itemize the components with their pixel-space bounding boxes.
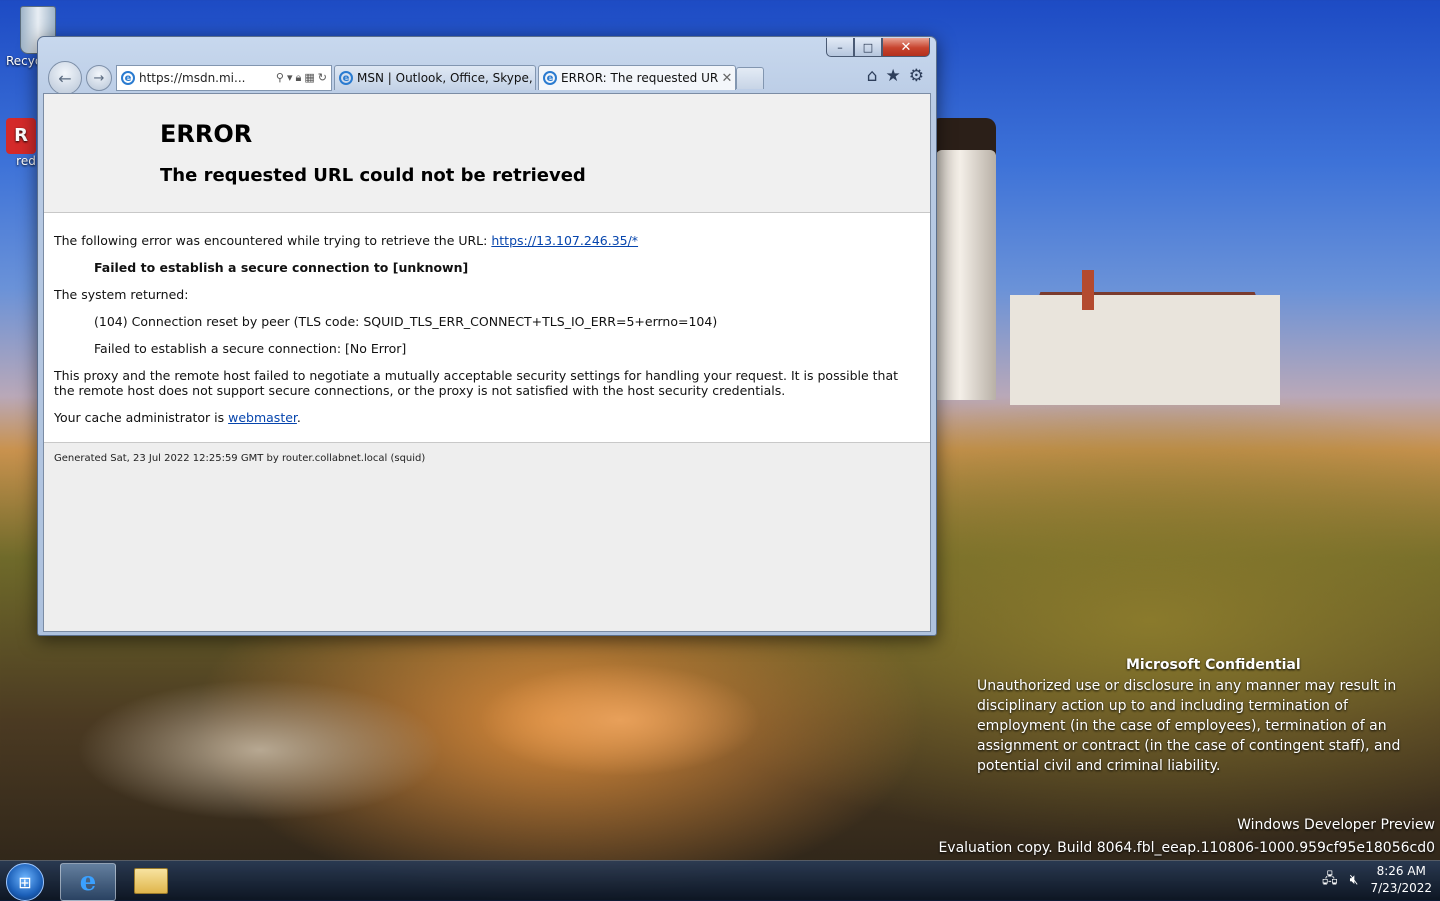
address-text[interactable]: https://msdn.mi... (139, 71, 276, 85)
error-intro: The following error was encountered whil… (54, 233, 920, 248)
tab-msn[interactable]: e MSN | Outlook, Office, Skype, ... (334, 65, 536, 90)
error-code-text: (104) Connection reset by peer (TLS code… (94, 314, 718, 329)
clock-date: 7/23/2022 (1370, 881, 1432, 895)
system-tray: 🖧 🔇︎ 8:26 AM 7/23/2022 (1322, 863, 1432, 897)
secure-failed-text: Failed to establish a secure connection:… (94, 341, 407, 356)
search-icon[interactable]: ⚲ (276, 71, 284, 85)
maximize-button[interactable]: □ (854, 38, 882, 57)
tab-msn-label: MSN | Outlook, Office, Skype, ... (357, 71, 535, 85)
error-subtitle: The requested URL could not be retrieved (160, 165, 586, 186)
taskbar-ie-button[interactable]: e (60, 863, 116, 901)
home-icon[interactable]: ⌂ (867, 66, 878, 86)
admin-suffix: . (296, 410, 301, 425)
red-app-icon: R (6, 118, 36, 154)
watermark-title: Microsoft Confidential (1126, 657, 1301, 673)
volume-muted-icon[interactable]: 🔇︎ (1350, 872, 1359, 888)
tools-icon[interactable]: ⚙ (909, 66, 924, 86)
compatibility-icon[interactable]: ▦ (304, 71, 314, 85)
forward-arrow-icon: → (93, 70, 105, 86)
folder-icon (134, 868, 168, 894)
dropdown-arrow-icon[interactable]: ▾ (287, 71, 293, 85)
taskbar: ⊞ e 🖧 🔇︎ 8:26 AM 7/23/2022 (0, 860, 1440, 901)
wallpaper-chimney (1082, 270, 1094, 310)
ie-tab-icon: e (543, 71, 557, 85)
system-returned-text: The system returned: (54, 287, 189, 302)
forward-button[interactable]: → (86, 65, 112, 91)
intro-text: The following error was encountered whil… (54, 233, 492, 248)
error-title: ERROR (160, 120, 253, 148)
tab-error[interactable]: e ERROR: The requested URL ... ✕ (538, 65, 736, 90)
ie-tab-icon: e (339, 71, 353, 85)
refresh-icon[interactable]: ↻ (318, 71, 327, 85)
wallpaper-lighthouse (936, 150, 996, 400)
webmaster-link[interactable]: webmaster (228, 410, 297, 425)
lock-icon[interactable]: 🔒︎ (296, 71, 302, 85)
watermark-preview: Windows Developer Preview (1237, 817, 1435, 833)
windows-logo-icon: ⊞ (18, 872, 32, 892)
favorites-icon[interactable]: ★ (886, 66, 901, 86)
navigation-bar: ← → e https://msdn.mi... ⚲ ▾ 🔒︎ ▦ ↻ e MS… (44, 61, 930, 95)
back-arrow-icon: ← (58, 68, 72, 88)
ie-page-icon: e (121, 71, 135, 85)
network-icon[interactable]: 🖧 (1322, 868, 1338, 892)
new-tab-button[interactable] (736, 67, 764, 89)
page-content: ERROR The requested URL could not be ret… (43, 93, 931, 632)
close-window-button[interactable]: ✕ (882, 38, 930, 57)
browser-window: – □ ✕ ← → e https://msdn.mi... ⚲ ▾ 🔒︎ ▦ … (37, 36, 937, 636)
tab-error-label: ERROR: The requested URL ... (561, 71, 719, 85)
window-caption-buttons: – □ ✕ (826, 38, 930, 57)
tab-close-icon[interactable]: ✕ (719, 71, 735, 86)
admin-prefix: Your cache administrator is (54, 410, 229, 425)
requested-url-link[interactable]: https://13.107.246.35/* (491, 233, 638, 248)
explanation-text: This proxy and the remote host failed to… (54, 368, 899, 398)
watermark-body: Unauthorized use or disclosure in any ma… (977, 678, 1401, 774)
browser-toolbar: ⌂ ★ ⚙ (867, 66, 924, 86)
watermark-build: Evaluation copy. Build 8064.fbl_eeap.110… (938, 840, 1435, 856)
failed-connection-text: Failed to establish a secure connection … (94, 260, 469, 275)
address-bar[interactable]: e https://msdn.mi... ⚲ ▾ 🔒︎ ▦ ↻ (116, 65, 332, 91)
internet-explorer-icon: e (79, 867, 97, 897)
wallpaper-house (1010, 295, 1280, 405)
wallpaper-rocks (0, 630, 940, 860)
start-button[interactable]: ⊞ (6, 863, 44, 901)
admin-text: Your cache administrator is webmaster. (54, 410, 920, 425)
minimize-button[interactable]: – (826, 38, 854, 57)
clock[interactable]: 8:26 AM 7/23/2022 (1370, 863, 1432, 897)
error-header: ERROR The requested URL could not be ret… (44, 94, 930, 213)
clock-time: 8:26 AM (1376, 864, 1426, 878)
taskbar-explorer-button[interactable] (124, 863, 178, 899)
generated-footer: Generated Sat, 23 Jul 2022 12:25:59 GMT … (54, 453, 426, 464)
back-button[interactable]: ← (48, 61, 82, 95)
error-body: The following error was encountered whil… (44, 213, 930, 443)
